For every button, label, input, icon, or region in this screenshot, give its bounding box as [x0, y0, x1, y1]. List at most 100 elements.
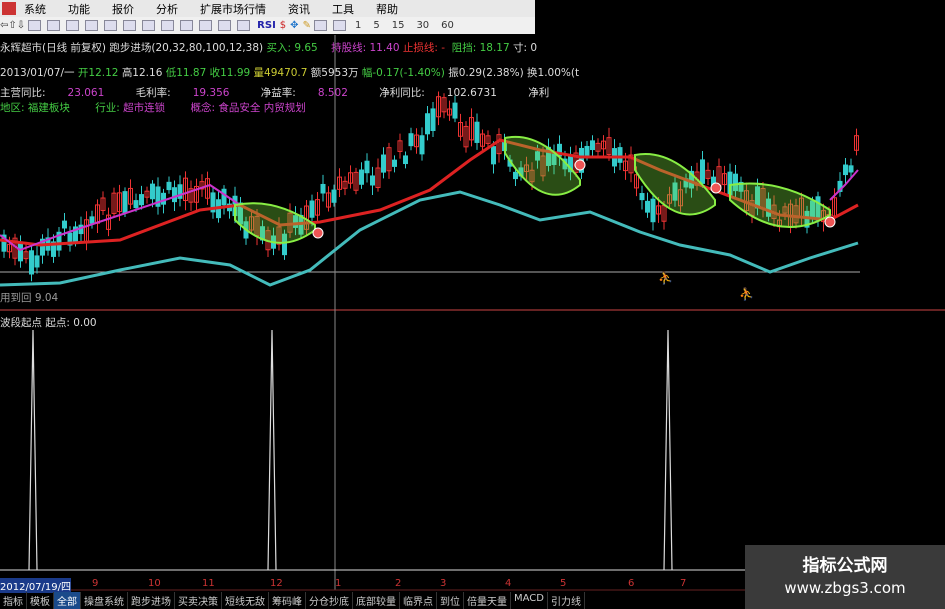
candle-body — [381, 154, 386, 173]
candle-body — [403, 155, 408, 165]
watermark-url: www.zbgs3.com — [784, 579, 906, 597]
candle-body — [221, 188, 227, 206]
concept-value: 食品安全 内贸规划 — [218, 102, 306, 114]
candle-body — [122, 191, 128, 214]
tab-item[interactable]: 筹码峰 — [269, 592, 306, 609]
date-label: 7 — [680, 578, 687, 589]
candle-body — [139, 194, 144, 206]
date-label: 11 — [202, 578, 215, 589]
fin-label: 主营同比: — [0, 87, 46, 99]
candle-body — [584, 145, 590, 156]
signal-ball-icon — [574, 159, 586, 171]
tab-item[interactable]: 临界点 — [400, 592, 437, 609]
fin-value: 102.6731 — [446, 87, 497, 99]
candle-body — [34, 255, 40, 268]
date-label: 5 — [560, 578, 567, 589]
start-point-spike — [267, 329, 277, 571]
fin-value: 8.502 — [317, 87, 348, 99]
tab-item[interactable]: 买卖决策 — [175, 592, 222, 609]
candle-body — [392, 159, 397, 167]
candle-body — [161, 192, 166, 205]
candle-body — [133, 200, 139, 209]
date-label: 2012/07/19/四 — [0, 578, 72, 593]
buy-value: 买入: 9.65 — [266, 42, 318, 54]
quote-amplitude: 振0.29(2.38%) — [448, 67, 524, 79]
tab-item[interactable]: 跑步进场 — [128, 592, 175, 609]
candle-body — [650, 198, 656, 223]
candle-body — [29, 250, 34, 275]
quote-close: 收11.99 — [209, 67, 251, 79]
industry-value: 超市连锁 — [123, 102, 166, 114]
quote-volume: 量49470.7 — [253, 67, 308, 79]
candle-body — [359, 169, 364, 185]
date-axis: 2012/07/19/四 9 10 11 12 1 2 3 4 5 6 7 — [0, 577, 745, 593]
region-label: 地区: — [0, 102, 25, 114]
green-band — [504, 135, 581, 196]
indicator-tabs: 指标 模板 全部 操盘系统 跑步进场 买卖决策 短线无敌 筹码峰 分仓抄底 底部较量 临界点 到位 倍量… — [0, 592, 585, 609]
candle-body — [370, 175, 375, 186]
candle-body — [172, 187, 177, 203]
candle-body — [320, 183, 326, 194]
financial-line: 主营同比: 23.061 毛利率: 19.356 净益率: 8.502 净利同比: 10… — [0, 85, 549, 100]
date-label: 12 — [270, 578, 283, 589]
tab-item[interactable]: 全部 — [54, 592, 81, 609]
quote-line: 2013/01/07/一 开12.12 高12.16 低11.87 收11.99… — [0, 65, 579, 80]
green-band — [729, 182, 831, 228]
date-label: 1 — [335, 578, 342, 589]
quote-change: 幅-0.17(-1.40%) — [361, 67, 445, 79]
candle-body — [700, 159, 705, 184]
watermark-title: 指标公式网 — [802, 556, 888, 576]
candle-body — [166, 181, 172, 191]
candle-body — [843, 164, 848, 176]
tab-item[interactable]: 倍量天量 — [464, 592, 511, 609]
chart-header: 永辉超市(日线 前复权) 跑步进场(20,32,80,100,12,38) 买入… — [0, 40, 537, 55]
runner-icon: ⛹ — [658, 270, 673, 285]
date-label: 3 — [440, 578, 447, 589]
candle-body — [645, 200, 650, 213]
tab-item[interactable]: 到位 — [437, 592, 464, 609]
fin-label: 净益率: — [260, 87, 296, 99]
pressure-value: 阻挡: 18.17 — [451, 42, 510, 54]
quote-open: 开12.12 — [77, 67, 119, 79]
tab-item[interactable]: 操盘系统 — [81, 592, 128, 609]
tab-item[interactable]: 短线无敌 — [222, 592, 269, 609]
tab-item[interactable]: 分仓抄底 — [306, 592, 353, 609]
quote-turnover: 换1.00%(t — [527, 67, 580, 79]
quote-low: 低11.87 — [165, 67, 207, 79]
chart-title: 永辉超市(日线 前复权) 跑步进场(20,32,80,100,12,38) — [0, 42, 264, 54]
candle-body — [408, 133, 414, 147]
concept-label: 概念: — [190, 102, 216, 114]
tab-item[interactable]: 指标 — [0, 592, 27, 609]
candle-body — [639, 193, 645, 201]
fin-label: 净利 — [528, 87, 550, 99]
runner-icon: ⛹ — [739, 286, 754, 301]
fin-value: 23.061 — [67, 87, 105, 99]
candle-body — [452, 102, 458, 119]
tab-item[interactable]: 模板 — [27, 592, 54, 609]
tab-item[interactable]: MACD — [511, 592, 548, 609]
candle-body — [848, 165, 854, 173]
candle-body — [590, 140, 595, 151]
candle-body — [331, 189, 337, 203]
watermark: 指标公式网 www.zbgs3.com — [745, 545, 945, 609]
cyan-moving-average — [0, 190, 859, 287]
start-point-spike — [663, 329, 673, 571]
date-label: 6 — [628, 578, 635, 589]
quote-date: 2013/01/07/一 — [0, 67, 75, 79]
candle-body — [18, 242, 23, 262]
candle-body — [150, 183, 155, 200]
sub-chart-header: 波段起点 起点: 0.00 — [0, 317, 97, 329]
industry-label: 行业: — [95, 102, 120, 114]
candle-body — [474, 121, 480, 143]
candle-body — [419, 135, 425, 155]
low-price-label: 用到回 9.04 — [0, 292, 59, 304]
info-line: 地区: 福建板块 行业: 超市连锁 概念: 食品安全 内贸规划 — [0, 100, 306, 115]
candle-body — [62, 220, 67, 229]
region-value: 福建板块 — [27, 102, 70, 114]
candle-body — [364, 160, 370, 174]
candle-body — [513, 171, 518, 180]
tab-item[interactable]: 底部较量 — [353, 592, 400, 609]
extra-value: 寸: 0 — [513, 42, 538, 54]
candle-body — [430, 108, 436, 132]
tab-item[interactable]: 引力线 — [548, 592, 585, 609]
